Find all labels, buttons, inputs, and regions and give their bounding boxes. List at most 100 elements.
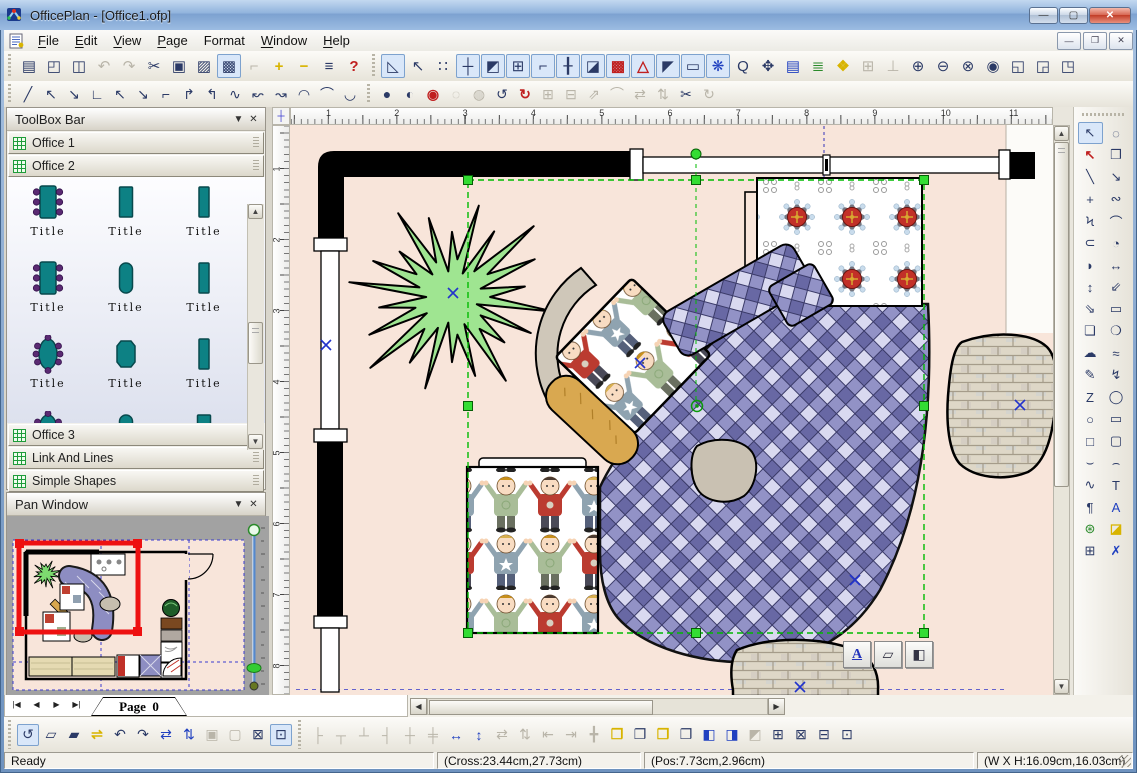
maximize-button[interactable]: ▢: [1059, 7, 1088, 24]
polyline-tool-button[interactable]: Ϟ: [1078, 210, 1103, 232]
connector-arc-point-button[interactable]: ⌒: [316, 83, 338, 105]
artistic-text-tool-button[interactable]: A: [1104, 496, 1129, 518]
text-note-button[interactable]: A: [843, 641, 871, 668]
panel-close-icon[interactable]: ✕: [246, 497, 261, 512]
rotate-ccw-button[interactable]: ↺: [491, 83, 513, 105]
wave-line-tool-button[interactable]: ∿: [1078, 474, 1103, 496]
panel-close-icon[interactable]: ✕: [246, 112, 261, 127]
paste-format-button[interactable]: ▩: [217, 54, 241, 78]
rectangle-tool-button[interactable]: ▭: [1104, 408, 1129, 430]
arc-c-tool-button[interactable]: ⊂: [1078, 232, 1103, 254]
scroll-up-icon[interactable]: ▲: [248, 204, 263, 219]
free-rotate-button[interactable]: ↺: [17, 724, 39, 746]
toolbox-item-meeting-rect[interactable]: Title: [9, 259, 87, 335]
insert-image-tool-button[interactable]: ◪: [1104, 518, 1129, 540]
toolbar-grip[interactable]: [7, 84, 12, 104]
mdi-minimize-button[interactable]: —: [1057, 32, 1081, 50]
snap-grid-button[interactable]: ⊞: [506, 54, 530, 78]
toolbar-grip[interactable]: [297, 720, 302, 749]
corner-ruler-button[interactable]: ⌐: [531, 54, 555, 78]
format-painter-button[interactable]: ❖: [831, 54, 855, 78]
toolbox-item-capsule[interactable]: Title: [87, 411, 165, 423]
toolbox-group-link-and-lines[interactable]: Link And Lines: [8, 447, 264, 469]
toolbox-scrollbar[interactable]: ▲ ▼: [247, 204, 264, 450]
text-block-tool-button[interactable]: ¶: [1078, 496, 1103, 518]
circle-tool-button[interactable]: ○: [1078, 408, 1103, 430]
delete-tool-button[interactable]: ✗: [1104, 540, 1129, 562]
copy-button[interactable]: ▣: [167, 54, 191, 78]
toolbox-item-desk-rect-narrow[interactable]: Title: [165, 335, 243, 411]
zoom-fit-page-button[interactable]: ◳: [1056, 54, 1080, 78]
subtract-boolean-button[interactable]: ◨: [721, 724, 743, 746]
connector-curve-button[interactable]: ∿: [224, 83, 246, 105]
scrollbar-thumb[interactable]: [1054, 142, 1069, 487]
page-frame-button[interactable]: ▭: [681, 54, 705, 78]
pie-tool-button[interactable]: ◔: [1104, 232, 1129, 254]
toolbox-item-meeting-oval[interactable]: Title: [9, 411, 87, 423]
toolbox-item-desk-rect-narrow[interactable]: Title: [165, 259, 243, 335]
menu-help[interactable]: Help: [315, 31, 358, 50]
hyperlink-tool-button[interactable]: ⊛: [1078, 518, 1103, 540]
pointer-document-button[interactable]: ↖: [406, 54, 430, 78]
last-page-button[interactable]: ▶|: [67, 695, 86, 714]
connect-points-button[interactable]: ❋: [706, 54, 730, 78]
mirror-vertical-button[interactable]: ⇅: [178, 724, 200, 746]
toolbar-grip[interactable]: [371, 54, 376, 78]
edit-nodes-button[interactable]: ❒: [1104, 144, 1129, 166]
minimize-button[interactable]: —: [1029, 7, 1058, 24]
previous-page-button[interactable]: ◀: [27, 695, 46, 714]
connector-arrow-start-button[interactable]: ↖: [40, 83, 62, 105]
scrollbar-thumb[interactable]: [248, 322, 263, 364]
show-shapes-button[interactable]: ◩: [481, 54, 505, 78]
mirror-horizontal-button[interactable]: ⇄: [155, 724, 177, 746]
rotate-left-90-button[interactable]: ↶: [109, 724, 131, 746]
select-region-button[interactable]: ▩: [606, 54, 630, 78]
page-canvas[interactable]: A▱◧: [290, 125, 1053, 695]
blob-tool-button[interactable]: ◗: [1078, 254, 1103, 276]
scroll-down-icon[interactable]: ▼: [1054, 679, 1069, 694]
toolbox-item-meeting-rect[interactable]: Title: [9, 183, 87, 259]
dimension-diagonal-tool-button[interactable]: ⇘: [1078, 298, 1103, 320]
connector-elbow-start-button[interactable]: ↖: [109, 83, 131, 105]
bring-forward-button[interactable]: ❐: [652, 724, 674, 746]
zoom-in-button[interactable]: ⊕: [906, 54, 930, 78]
close-button[interactable]: ✕: [1089, 7, 1131, 24]
remove-shape-button[interactable]: −: [292, 54, 316, 78]
combine-shapes-button[interactable]: ◐: [399, 83, 421, 105]
dimension-v-tool-button[interactable]: ↕: [1078, 276, 1103, 298]
connector-arrow-end-button[interactable]: ↘: [63, 83, 85, 105]
toolbox-group-simple-shapes[interactable]: Simple Shapes: [8, 470, 264, 492]
scroll-down-icon[interactable]: ▼: [248, 434, 263, 449]
connector-elbow-end-button[interactable]: ↘: [132, 83, 154, 105]
toolbar-grip[interactable]: [7, 720, 12, 749]
square-tool-button[interactable]: □: [1078, 430, 1103, 452]
skew-vertical-button[interactable]: ▰: [63, 724, 85, 746]
expand-down-button[interactable]: ⊡: [836, 724, 858, 746]
slider-top-handle[interactable]: [249, 525, 260, 536]
flip-rotate-button[interactable]: ⇌: [86, 724, 108, 746]
document-icon[interactable]: [8, 33, 26, 49]
trim-shapes-button[interactable]: ✂: [675, 83, 697, 105]
freehand-tool-button[interactable]: ≈: [1104, 342, 1129, 364]
rotation-handle[interactable]: [691, 149, 701, 159]
send-to-back-button[interactable]: ❐: [629, 724, 651, 746]
toolbox-item-octagon[interactable]: Title: [87, 335, 165, 411]
toolbox-item-meeting-oval[interactable]: Title: [9, 335, 87, 411]
cut-button[interactable]: ✂: [142, 54, 166, 78]
fill-style-button[interactable]: ◧: [905, 641, 933, 668]
same-width-button[interactable]: ↔: [445, 724, 467, 746]
closed-polygon-tool-button[interactable]: Z: [1078, 386, 1103, 408]
layers-button[interactable]: ≣: [806, 54, 830, 78]
ellipse-tool-button[interactable]: ◯: [1104, 386, 1129, 408]
zoom-out-button[interactable]: ⊖: [931, 54, 955, 78]
snap-lines-button[interactable]: ◪: [581, 54, 605, 78]
send-backward-button[interactable]: ❐: [675, 724, 697, 746]
curve-handles-tool-button[interactable]: ∾: [1104, 188, 1129, 210]
corner-arrow-tool-button[interactable]: ⇙: [1104, 276, 1129, 298]
bring-to-front-button[interactable]: ❐: [606, 724, 628, 746]
toolbox-item-capsule[interactable]: Title: [87, 259, 165, 335]
canvas-vertical-scrollbar[interactable]: ▲ ▼: [1053, 125, 1070, 695]
scroll-up-icon[interactable]: ▲: [1054, 126, 1069, 141]
mdi-close-button[interactable]: ✕: [1109, 32, 1133, 50]
add-shape-button[interactable]: +: [267, 54, 291, 78]
